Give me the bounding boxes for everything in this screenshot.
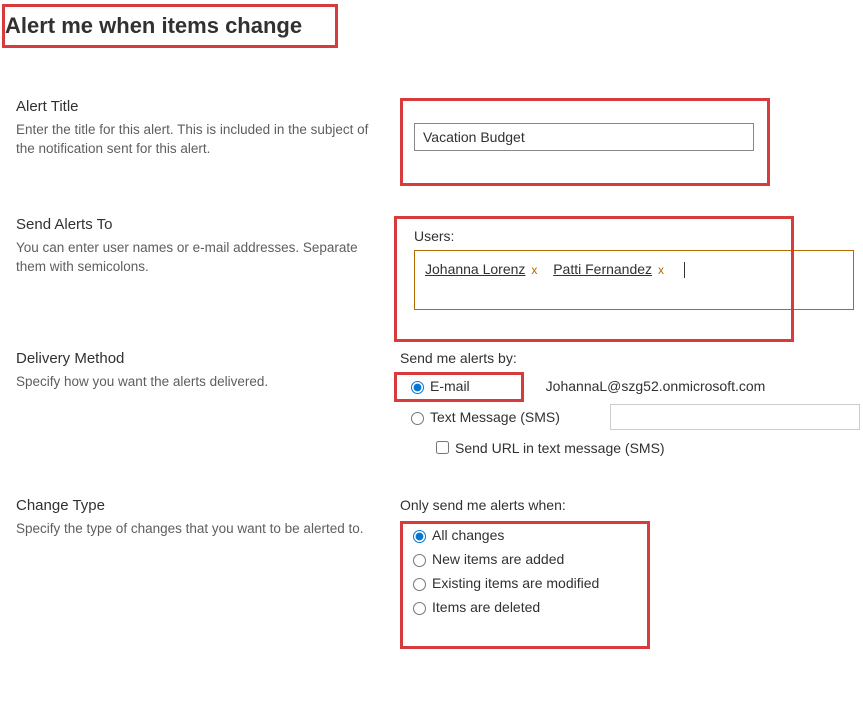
- sms-url-checkbox-label: Send URL in text message (SMS): [455, 440, 665, 456]
- text-cursor: [684, 262, 685, 278]
- change-radio-new[interactable]: [413, 554, 426, 567]
- user-name: Patti Fernandez: [553, 261, 652, 277]
- alert-title-input[interactable]: [414, 123, 754, 151]
- sms-url-checkbox[interactable]: [436, 441, 449, 454]
- section-alert-title: Alert Title Enter the title for this ale…: [0, 98, 863, 176]
- delivery-heading: Delivery Method: [16, 350, 380, 367]
- user-name: Johanna Lorenz: [425, 261, 525, 277]
- delivery-email-value: JohannaL@szg52.onmicrosoft.com: [546, 378, 766, 394]
- change-radio-all[interactable]: [413, 530, 426, 543]
- users-input[interactable]: Johanna Lorenz x Patti Fernandez x: [414, 250, 854, 310]
- page-title: Alert me when items change: [2, 4, 338, 48]
- change-radio-deleted-label: Items are deleted: [432, 599, 540, 615]
- remove-user-icon[interactable]: x: [658, 263, 664, 277]
- delivery-desc: Specify how you want the alerts delivere…: [16, 373, 380, 392]
- delivery-radio-email-label: E-mail: [430, 378, 470, 394]
- change-radio-modified[interactable]: [413, 578, 426, 591]
- change-radio-all-label: All changes: [432, 527, 504, 543]
- change-type-group-label: Only send me alerts when:: [400, 497, 863, 513]
- alert-title-desc: Enter the title for this alert. This is …: [16, 121, 380, 159]
- delivery-sms-input[interactable]: [610, 404, 860, 430]
- section-delivery: Delivery Method Specify how you want the…: [0, 350, 863, 457]
- remove-user-icon[interactable]: x: [531, 263, 537, 277]
- change-type-desc: Specify the type of changes that you wan…: [16, 520, 380, 539]
- user-chip[interactable]: Johanna Lorenz x: [425, 261, 537, 277]
- delivery-group-label: Send me alerts by:: [400, 350, 863, 366]
- alert-title-heading: Alert Title: [16, 98, 380, 115]
- users-label: Users:: [400, 216, 863, 244]
- section-change-type: Change Type Specify the type of changes …: [0, 497, 863, 629]
- send-to-heading: Send Alerts To: [16, 216, 380, 233]
- send-to-desc: You can enter user names or e-mail addre…: [16, 239, 380, 277]
- delivery-radio-sms[interactable]: [411, 412, 424, 425]
- delivery-radio-email[interactable]: [411, 381, 424, 394]
- change-type-heading: Change Type: [16, 497, 380, 514]
- section-send-to: Send Alerts To You can enter user names …: [0, 216, 863, 310]
- change-radio-modified-label: Existing items are modified: [432, 575, 599, 591]
- user-chip[interactable]: Patti Fernandez x: [553, 261, 664, 277]
- change-radio-deleted[interactable]: [413, 602, 426, 615]
- delivery-radio-sms-label: Text Message (SMS): [430, 409, 560, 425]
- change-radio-new-label: New items are added: [432, 551, 564, 567]
